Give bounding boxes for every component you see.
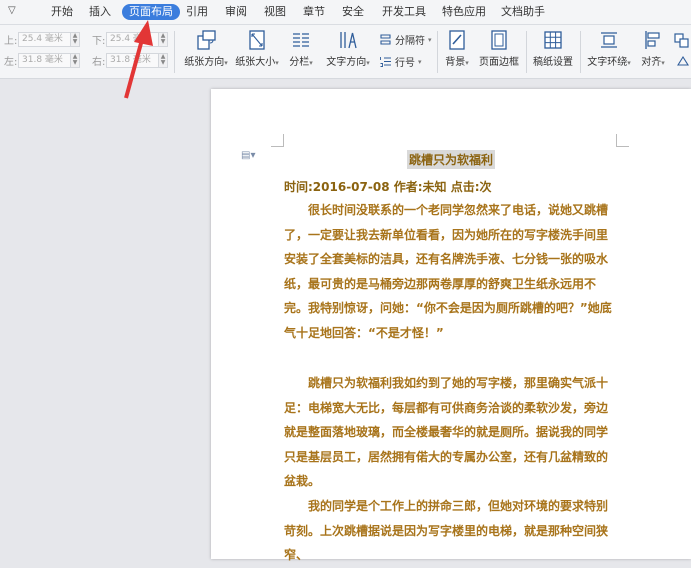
paragraph[interactable]: 很长时间没联系的一个老同学忽然来了电话，说她又跳槽了，一定要让我去新单位看看，因… (284, 198, 617, 345)
document-title[interactable]: 跳槽只为软福利 (407, 150, 496, 169)
tab-special-apps[interactable]: 特色应用 (435, 4, 493, 20)
chevron-down-icon: ▾ (309, 59, 313, 67)
paper-size-icon (249, 30, 265, 50)
columns-icon (293, 33, 309, 47)
background-icon (449, 30, 465, 50)
tab-developer-tools[interactable]: 开发工具 (375, 4, 433, 20)
paragraph-layout-icon[interactable]: ▤▾ (241, 150, 255, 161)
page-border-button[interactable]: 页面边框 (478, 29, 520, 69)
margin-left-stepper[interactable]: ▲ ▼ (71, 52, 80, 68)
tab-home[interactable]: 开始 (44, 4, 80, 20)
chevron-down-icon: ▾ (418, 57, 422, 66)
orientation-button[interactable]: 纸张方向▾ (183, 29, 229, 69)
margin-right-label: 右: (92, 56, 106, 68)
corner-mark (616, 134, 629, 147)
chevron-down-icon: ▾ (224, 59, 228, 67)
paragraph[interactable]: 我的同学是个工作上的拼命三郎，但她对环境的要求特别苛刻。上次跳槽据说是因为写字楼… (284, 494, 617, 568)
group-icon[interactable] (674, 33, 690, 49)
tab-doc-assistant[interactable]: 文档助手 (494, 4, 552, 20)
line-numbers-button[interactable]: 行号 ▾ (379, 54, 422, 69)
orientation-label: 纸张方向 (184, 57, 225, 68)
ribbon-toolbar: 上: 25.4 毫米 ▲ ▼ 下: 25.4 毫米 ▲ ▼ 左: 31.8 毫米 ▲… (0, 25, 691, 79)
columns-label: 分栏 (289, 57, 310, 68)
margin-top-input[interactable]: 25.4 毫米 (18, 31, 71, 47)
page-orientation-icon (197, 30, 216, 50)
text-direction-icon (340, 32, 357, 49)
margin-left-field[interactable]: 左: 31.8 毫米 ▲ ▼ (4, 52, 80, 68)
margin-bottom-field[interactable]: 下: 25.4 毫米 ▲ ▼ (92, 31, 168, 47)
margin-bottom-input[interactable]: 25.4 毫米 (106, 31, 159, 47)
line-numbers-icon (380, 57, 391, 67)
document-meta[interactable]: 时间:2016-07-08 作者:未知 点击:次 (284, 178, 492, 195)
tab-references[interactable]: 引用 (179, 4, 215, 20)
chevron-down-icon: ▾ (627, 59, 631, 67)
margin-left-input[interactable]: 31.8 毫米 (18, 52, 71, 68)
text-wrap-label: 文字环绕 (587, 57, 628, 68)
text-wrap-button[interactable]: 文字环绕▾ (585, 29, 633, 69)
text-wrap-icon (601, 32, 617, 48)
grid-paper-button[interactable]: 稿纸设置 (532, 29, 574, 69)
margin-bottom-label: 下: (92, 35, 106, 47)
document-page[interactable]: ▤▾ 跳槽只为软福利 时间:2016-07-08 作者:未知 点击:次 很长时间… (211, 89, 691, 562)
divider (174, 31, 175, 73)
grid-paper-icon (544, 31, 562, 49)
page-border-icon (491, 30, 507, 50)
chevron-down-icon: ▾ (465, 59, 469, 67)
text-direction-button[interactable]: 文字方向▾ (324, 29, 372, 69)
margin-left-label: 左: (4, 56, 18, 68)
line-numbers-label: 行号 (395, 58, 415, 69)
align-label: 对齐 (641, 57, 662, 68)
margin-right-field[interactable]: 右: 31.8 毫米 ▲ ▼ (92, 52, 168, 68)
paragraph[interactable]: 跳槽只为软福利我如约到了她的写字楼，那里确实气派十足：电梯宽大无比，每层都有可供… (284, 371, 617, 494)
chevron-down-icon: ▾ (366, 59, 370, 67)
columns-button[interactable]: 分栏▾ (286, 29, 316, 69)
chevron-down-icon[interactable]: ▽ (8, 5, 16, 16)
margin-top-label: 上: (4, 35, 18, 47)
menu-bar: ▽ 开始 插入 页面布局 引用 审阅 视图 章节 安全 开发工具 特色应用 文档… (0, 0, 691, 25)
tab-insert[interactable]: 插入 (82, 4, 118, 20)
separator-button[interactable]: 分隔符 ▾ (379, 32, 432, 47)
text-direction-label: 文字方向 (326, 57, 367, 68)
tab-section[interactable]: 章节 (296, 4, 332, 20)
margin-bottom-stepper[interactable]: ▲ ▼ (159, 31, 168, 47)
separator-icon (380, 34, 391, 45)
background-label: 背景 (445, 57, 466, 68)
background-button[interactable]: 背景▾ (443, 29, 471, 69)
tab-review[interactable]: 审阅 (218, 4, 254, 20)
separator-label: 分隔符 (395, 36, 425, 47)
chevron-down-icon: ▾ (661, 59, 665, 67)
divider (580, 31, 581, 73)
divider (526, 31, 527, 73)
margin-right-stepper[interactable]: ▲ ▼ (159, 52, 168, 68)
chevron-down-icon: ▾ (428, 35, 432, 44)
margin-top-stepper[interactable]: ▲ ▼ (71, 31, 80, 47)
margin-right-input[interactable]: 31.8 毫米 (106, 52, 159, 68)
rotate-icon[interactable] (676, 55, 690, 67)
chevron-down-icon: ▾ (275, 59, 279, 67)
tab-page-layout[interactable]: 页面布局 (122, 4, 180, 20)
tab-view[interactable]: 视图 (257, 4, 293, 20)
margin-top-field[interactable]: 上: 25.4 毫米 ▲ ▼ (4, 31, 80, 47)
corner-mark (271, 134, 284, 147)
divider (437, 31, 438, 73)
align-button[interactable]: 对齐▾ (638, 29, 668, 69)
paper-size-label: 纸张大小 (235, 57, 276, 68)
align-icon (645, 31, 660, 49)
grid-paper-label: 稿纸设置 (533, 57, 573, 68)
page-border-label: 页面边框 (479, 57, 519, 68)
paper-size-button[interactable]: 纸张大小▾ (234, 29, 280, 69)
document-area[interactable]: ▤▾ 跳槽只为软福利 时间:2016-07-08 作者:未知 点击:次 很长时间… (0, 79, 691, 562)
tab-security[interactable]: 安全 (335, 4, 371, 20)
